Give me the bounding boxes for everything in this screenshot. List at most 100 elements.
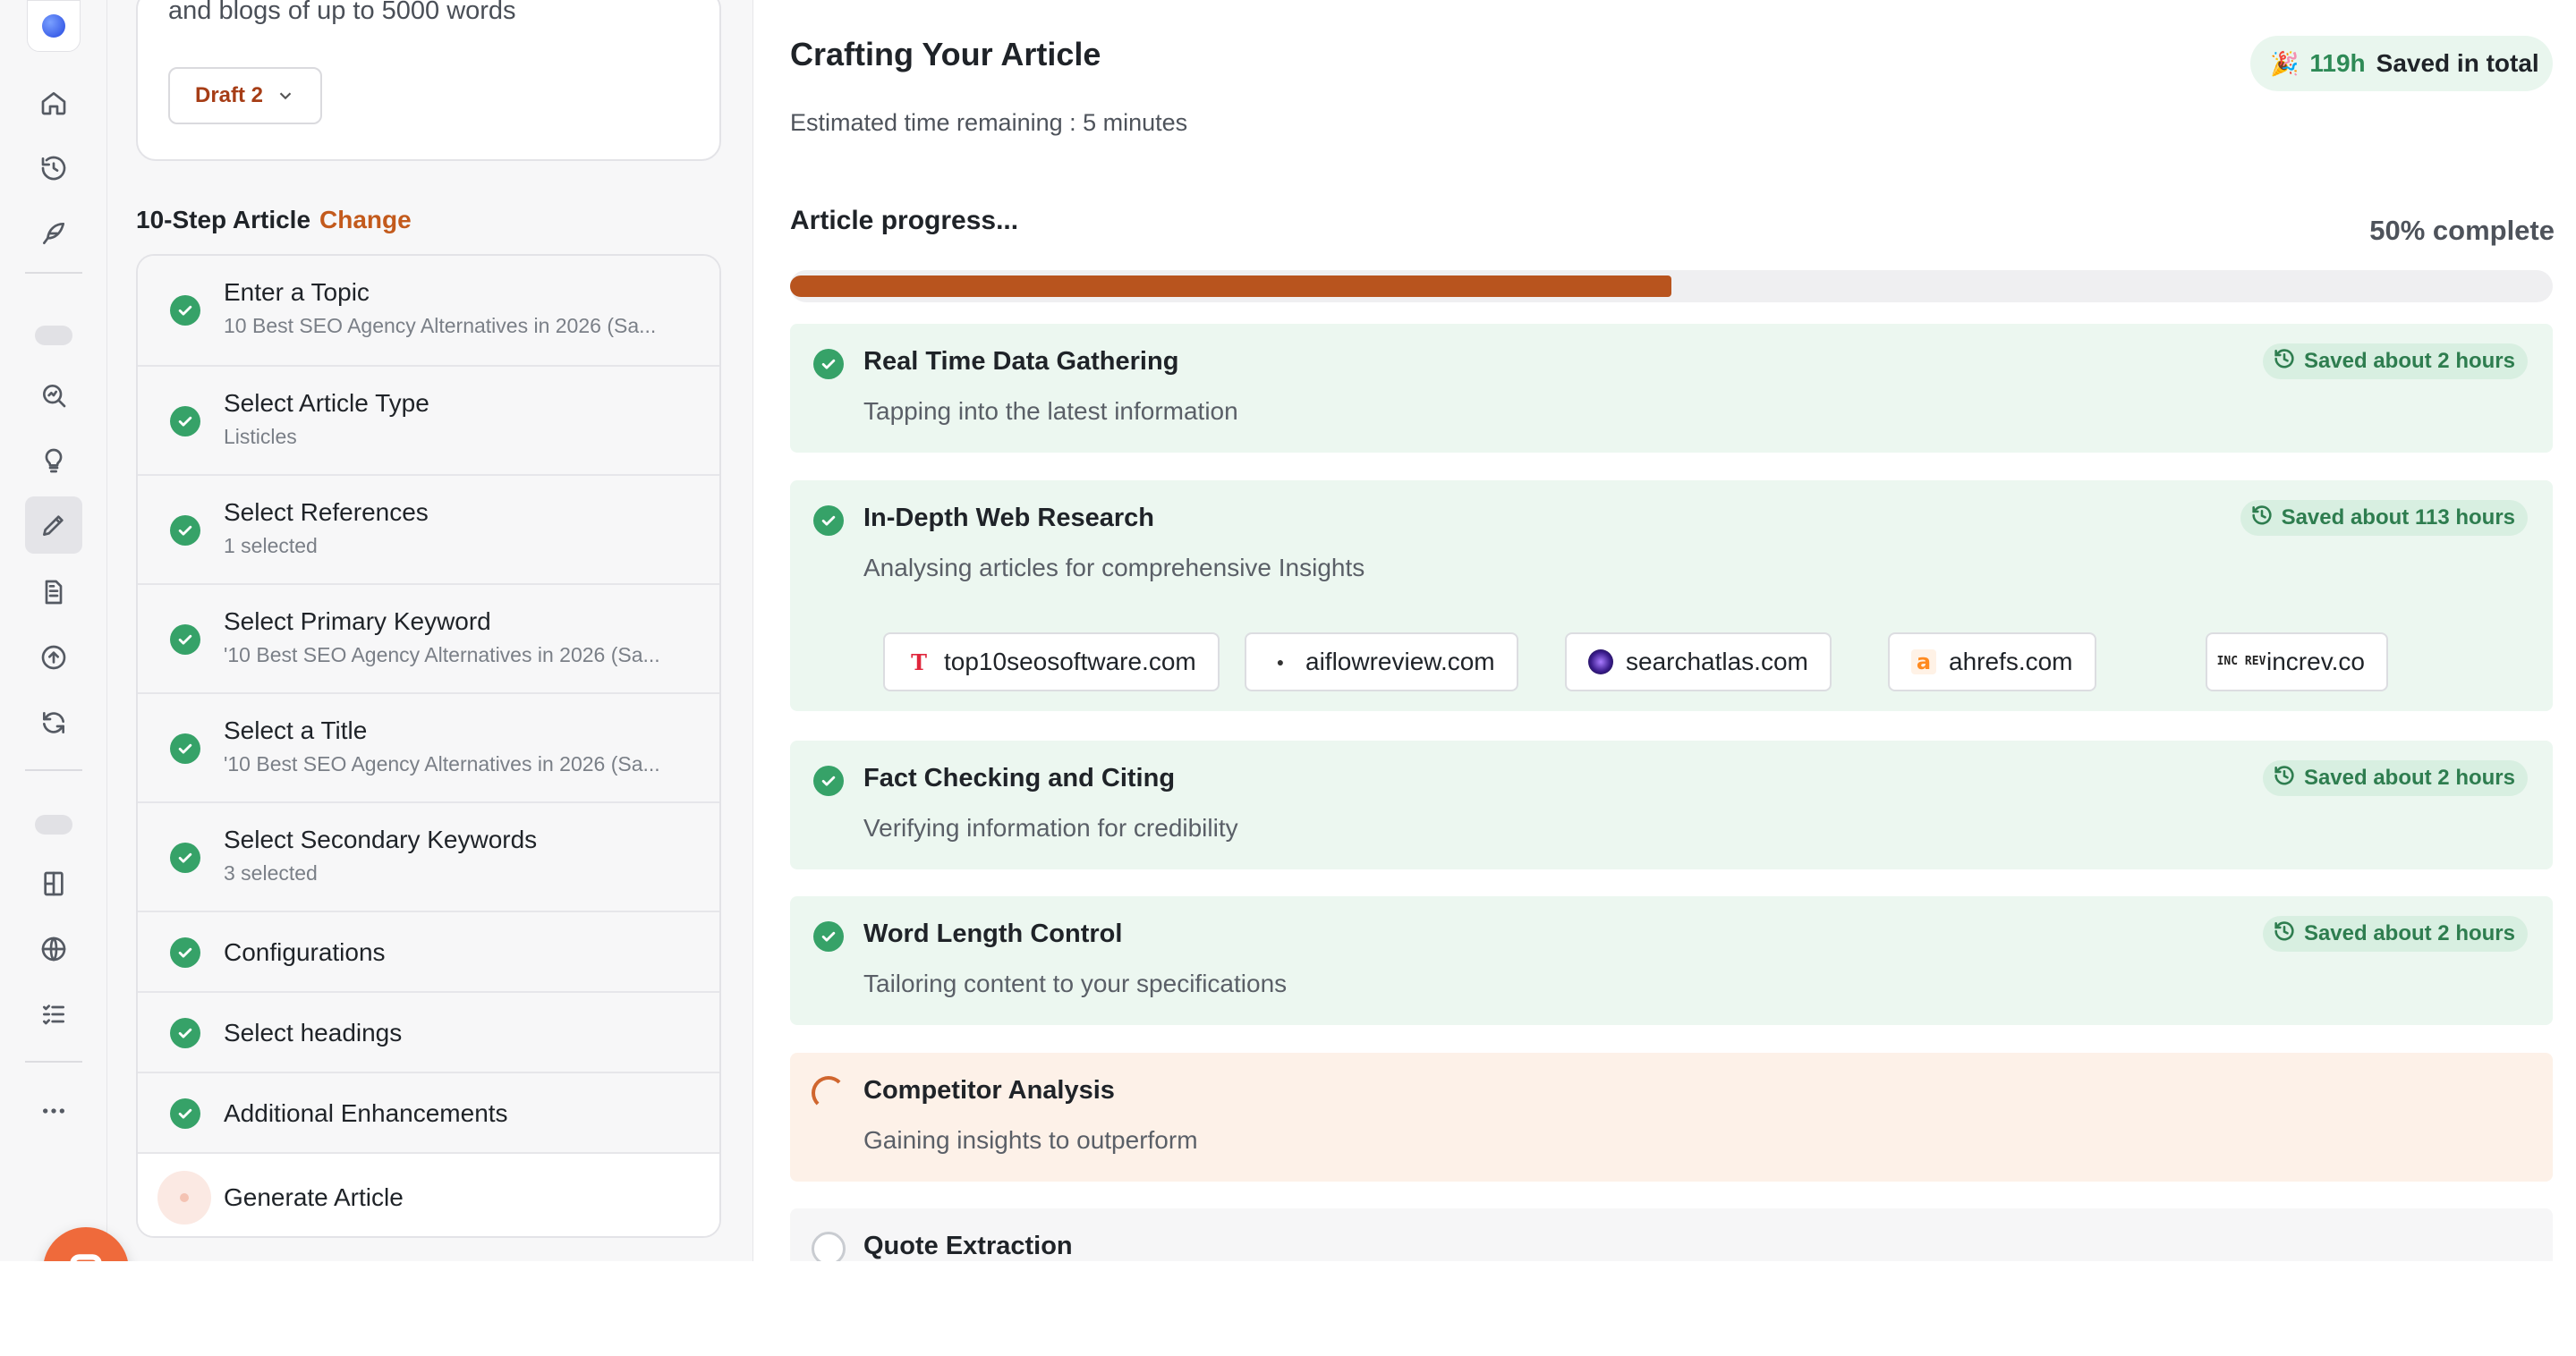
step-item[interactable]: Select Secondary Keywords 3 selected [138,801,719,911]
rail-pill [35,815,72,835]
time-saved-badge: Saved about 2 hours [2262,916,2528,952]
clock-icon [2272,763,2297,794]
check-circle-icon [170,295,200,326]
icon-rail [0,0,107,1356]
lightbulb-icon[interactable] [32,439,75,482]
time-saved-text: Saved about 2 hours [2303,349,2515,373]
check-circle-icon [170,937,200,968]
step-item[interactable]: Select References 1 selected [138,474,719,583]
saved-total-badge: 🎉 119h Saved in total [2250,36,2553,91]
pencil-icon[interactable] [25,496,82,554]
step-subtitle: '10 Best SEO Agency Alternatives in 2026… [224,752,660,775]
steps-title: 10-Step Article [136,206,311,233]
time-saved-badge: Saved about 2 hours [2262,760,2528,796]
steps-panel: and blogs of up to 5000 words Draft 2 10… [43,0,753,1313]
step-subtitle: 10 Best SEO Agency Alternatives in 2026 … [224,314,657,337]
feather-icon[interactable] [32,212,75,255]
task-subtitle: Tapping into the latest information [863,397,1238,425]
source-chip[interactable]: a ahrefs.com [1888,632,2096,691]
source-domain: searchatlas.com [1626,648,1808,675]
ahrefs-favicon-icon: a [1911,649,1936,674]
home-icon[interactable] [32,81,75,124]
page-title: Crafting Your Article [790,36,1101,72]
check-circle-icon [813,349,844,379]
source-chip[interactable]: searchatlas.com [1565,632,1832,691]
intro-description: and blogs of up to 5000 words [168,0,516,25]
time-saved-text: Saved about 2 hours [2303,921,2515,945]
step-subtitle: 3 selected [224,861,318,885]
task-card: Fact Checking and Citing Verifying inform… [790,741,2553,869]
task-card: In-Depth Web Research Analysing articles … [790,480,2553,711]
globe-icon[interactable] [32,928,75,970]
source-domain: aiflowreview.com [1305,648,1495,675]
progress-bar [790,270,2553,302]
step-title: Select Primary Keyword [224,607,491,635]
time-saved-text: Saved about 2 hours [2303,766,2515,790]
source-domain: top10seosoftware.com [944,648,1196,675]
pending-dot-icon [157,1171,211,1225]
book-icon[interactable] [32,862,75,905]
source-domain: increv.co [2266,648,2365,675]
check-circle-icon [170,406,200,436]
step-title: Additional Enhancements [224,1099,508,1127]
estimated-time: Estimated time remaining : 5 minutes [790,109,1188,136]
time-saved-badge: Saved about 2 hours [2262,343,2528,379]
source-chip[interactable]: Ttop10seosoftware.com [883,632,1220,691]
steps-heading: 10-Step Article Change [136,206,412,234]
task-card: Real Time Data Gathering Tapping into the… [790,324,2553,453]
checklist-icon[interactable] [32,993,75,1036]
task-title: Competitor Analysis [863,1076,1115,1105]
task-title: Real Time Data Gathering [863,347,1179,376]
clock-icon [2272,346,2297,377]
saved-total-hours: 119h [2309,49,2366,77]
check-circle-icon [170,733,200,764]
step-title: Configurations [224,938,386,966]
change-link[interactable]: Change [319,206,412,233]
step-item[interactable]: Configurations [138,911,719,991]
steps-list: Enter a Topic 10 Best SEO Agency Alternat… [136,254,721,1238]
source-chip[interactable]: ● aiflowreview.com [1245,632,1518,691]
rail-divider [25,769,82,771]
progress-label: Article progress... [790,206,1019,235]
step-item[interactable]: Select Article Type Listicles [138,365,719,474]
task-title: Word Length Control [863,920,1123,948]
history-icon[interactable] [32,147,75,190]
intro-card: and blogs of up to 5000 words Draft 2 [136,0,721,161]
step-item[interactable]: Additional Enhancements [138,1072,719,1152]
step-subtitle: '10 Best SEO Agency Alternatives in 2026… [224,643,660,666]
top10-favicon-icon: T [911,648,927,675]
step-item[interactable]: Select a Title '10 Best SEO Agency Altern… [138,692,719,801]
rail-divider [25,272,82,274]
check-circle-icon [170,515,200,546]
check-circle-icon [813,505,844,536]
step-item[interactable]: Generate Article [138,1152,719,1236]
step-title: Select headings [224,1019,403,1047]
draft-label: Draft 2 [194,83,264,107]
task-card: Word Length Control Tailoring content to … [790,896,2553,1025]
step-title: Select Secondary Keywords [224,826,538,853]
task-card: Quote Extraction [790,1208,2553,1261]
increv-favicon-icon: INC REV [2216,655,2266,668]
task-subtitle: Verifying information for credibility [863,814,1238,842]
check-circle-icon [170,843,200,873]
search-chart-icon[interactable] [32,374,75,417]
saved-total-label: Saved in total [2376,49,2539,77]
task-title: Fact Checking and Citing [863,764,1176,792]
check-circle-icon [170,624,200,655]
step-title: Generate Article [224,1183,404,1211]
step-item[interactable]: Select Primary Keyword '10 Best SEO Agenc… [138,583,719,692]
logo-mark [42,14,65,38]
spinner-icon [812,1076,846,1110]
source-chip[interactable]: INC REV increv.co [2206,632,2388,691]
upload-circle-icon[interactable] [32,636,75,679]
draft-selector[interactable]: Draft 2 [168,67,322,124]
app-logo[interactable] [27,0,81,52]
empty-circle-icon [812,1232,846,1261]
step-item[interactable]: Select headings [138,991,719,1072]
document-icon[interactable] [32,571,75,614]
rail-divider [25,1061,82,1063]
step-item[interactable]: Enter a Topic 10 Best SEO Agency Alternat… [138,256,719,365]
more-icon[interactable] [32,1089,75,1132]
refresh-icon[interactable] [32,701,75,744]
chevron-down-icon [279,92,292,100]
